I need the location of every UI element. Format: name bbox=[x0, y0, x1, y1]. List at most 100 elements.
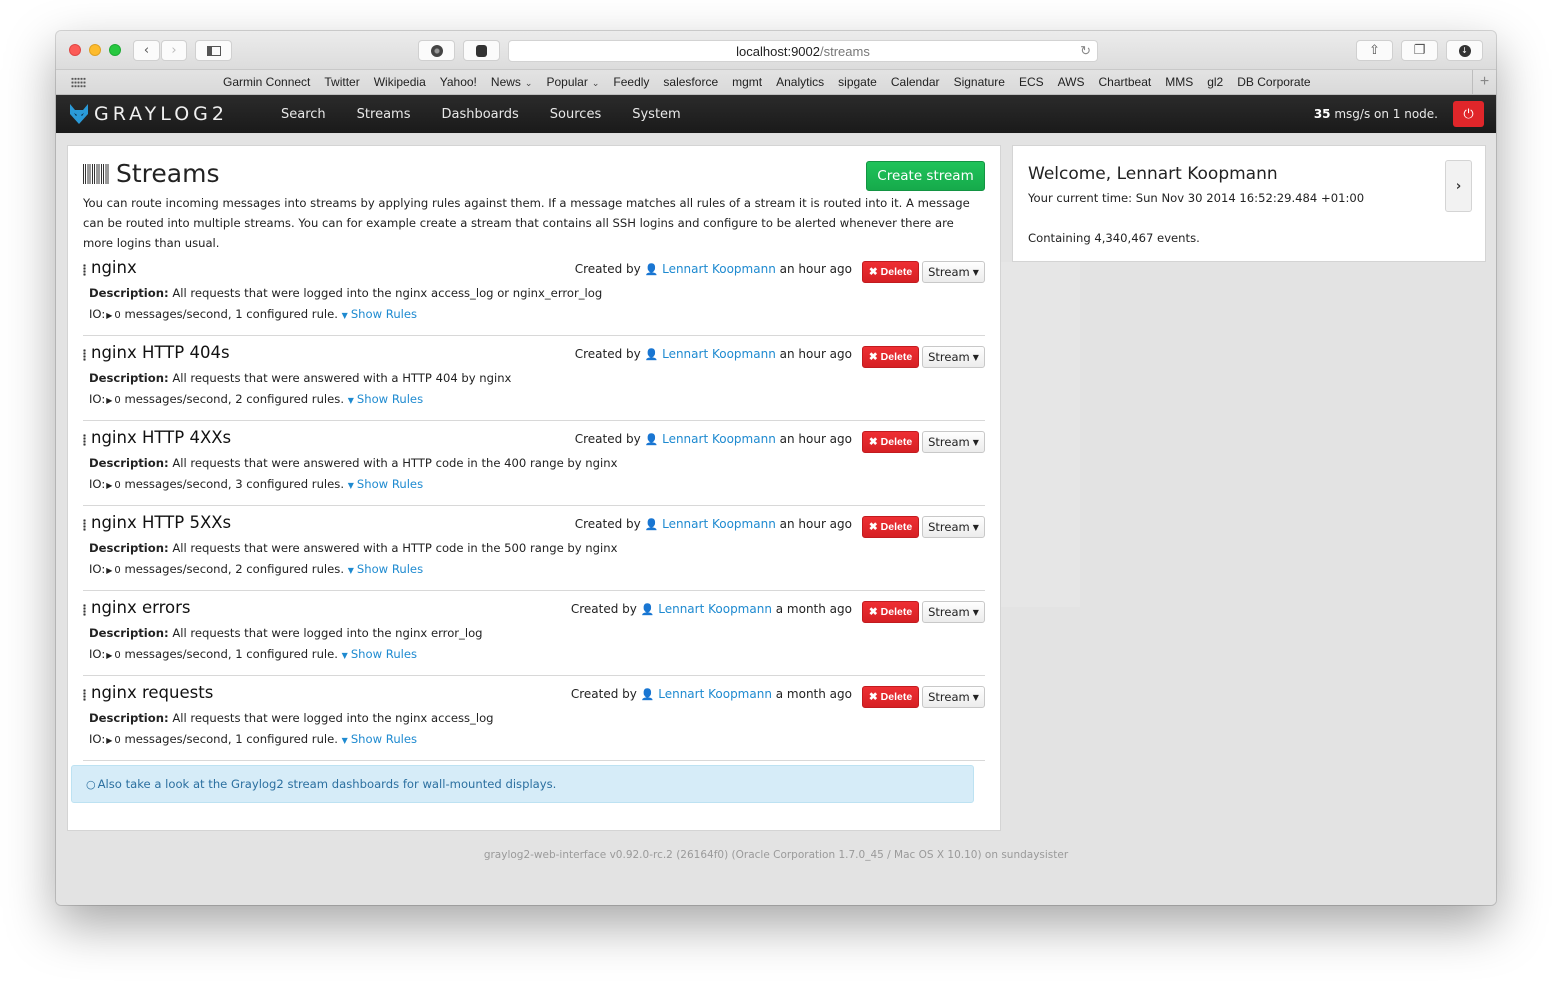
created-by-label: Created by bbox=[570, 687, 641, 701]
chevron-down-icon: ⌄ bbox=[591, 78, 600, 88]
bookmark-item[interactable]: Twitter bbox=[324, 75, 359, 89]
creator-link[interactable]: Lennart Koopmann bbox=[662, 517, 776, 531]
downloads-button[interactable]: ↓ bbox=[1446, 40, 1483, 61]
page-title-text: Streams bbox=[116, 159, 220, 188]
creator-link[interactable]: Lennart Koopmann bbox=[662, 432, 776, 446]
delete-stream-button[interactable]: ✖ Delete bbox=[862, 261, 919, 283]
tabs-button[interactable]: ❐ bbox=[1401, 40, 1438, 61]
download-icon: ↓ bbox=[1458, 44, 1471, 57]
show-rules-label: Show Rules bbox=[350, 647, 418, 661]
new-tab-plus-icon[interactable]: + bbox=[1472, 70, 1496, 94]
bookmark-item[interactable]: salesforce bbox=[663, 75, 718, 89]
dashboards-hint[interactable]: Also take a look at the Graylog2 stream … bbox=[98, 777, 557, 791]
bookmark-item[interactable]: sipgate bbox=[838, 75, 877, 89]
show-rules-link[interactable]: ▼ Show Rules bbox=[348, 562, 423, 576]
drag-handle-icon[interactable] bbox=[83, 519, 86, 531]
zoom-window-button[interactable] bbox=[109, 44, 121, 56]
show-rules-link[interactable]: ▼ Show Rules bbox=[348, 392, 423, 406]
reload-icon[interactable]: ↻ bbox=[1080, 43, 1091, 59]
drag-handle-icon[interactable] bbox=[83, 434, 86, 446]
bookmark-item[interactable]: News ⌄ bbox=[491, 75, 533, 89]
stream-title[interactable]: nginx HTTP 5XXs bbox=[91, 513, 231, 532]
logout-button[interactable]: ⏻ bbox=[1453, 101, 1484, 127]
delete-stream-button[interactable]: ✖ Delete bbox=[862, 686, 919, 708]
user-icon: 👤 bbox=[640, 688, 655, 701]
created-ago: an hour ago bbox=[775, 517, 852, 531]
address-bar[interactable]: localhost:9002/streams ↻ bbox=[508, 40, 1098, 62]
throughput-indicator: 35 msg/s on 1 node. bbox=[1314, 107, 1438, 121]
forward-button[interactable]: › bbox=[161, 40, 187, 61]
nav-dashboards[interactable]: Dashboards bbox=[441, 107, 518, 122]
back-button[interactable]: ‹ bbox=[133, 40, 160, 61]
brand-text: GRAYLOG2 bbox=[94, 103, 228, 125]
show-rules-link[interactable]: ▼ Show Rules bbox=[342, 732, 417, 746]
tabs-icon: ❐ bbox=[1413, 43, 1426, 58]
expand-panel-button[interactable]: › bbox=[1445, 160, 1472, 212]
stream-actions-dropdown[interactable]: Stream ▼ bbox=[922, 686, 985, 708]
bookmark-item[interactable]: Garmin Connect bbox=[223, 75, 310, 89]
bookmark-item[interactable]: Yahoo! bbox=[440, 75, 477, 89]
stream-actions-dropdown[interactable]: Stream ▼ bbox=[922, 601, 985, 623]
bookmark-item[interactable]: Popular ⌄ bbox=[546, 75, 599, 89]
content-area: Streams Create stream You can route inco… bbox=[56, 134, 1496, 905]
drag-handle-icon[interactable] bbox=[83, 689, 86, 701]
stream-actions-dropdown[interactable]: Stream ▼ bbox=[922, 431, 985, 453]
extension-button-2[interactable] bbox=[463, 40, 500, 61]
play-icon: ▶ bbox=[106, 651, 113, 660]
bookmark-item[interactable]: Calendar bbox=[891, 75, 940, 89]
browser-window: ‹ › localhost:9002/streams ↻ ⇧ ❐ ↓ Garmi… bbox=[56, 31, 1496, 905]
bookmark-item[interactable]: ECS bbox=[1019, 75, 1044, 89]
create-stream-button[interactable]: Create stream bbox=[866, 161, 985, 191]
bookmark-item[interactable]: Chartbeat bbox=[1099, 75, 1152, 89]
bookmark-item[interactable]: AWS bbox=[1058, 75, 1085, 89]
drag-handle-icon[interactable] bbox=[83, 349, 86, 361]
nav-system[interactable]: System bbox=[632, 107, 680, 122]
stream-title[interactable]: nginx HTTP 404s bbox=[91, 343, 230, 362]
creator-link[interactable]: Lennart Koopmann bbox=[662, 347, 776, 361]
stream-menu-label: Stream bbox=[928, 690, 970, 704]
delete-stream-button[interactable]: ✖ Delete bbox=[862, 601, 919, 623]
show-rules-link[interactable]: ▼ Show Rules bbox=[348, 477, 423, 491]
bookmark-item[interactable]: Signature bbox=[954, 75, 1005, 89]
stream-title[interactable]: nginx bbox=[91, 258, 137, 277]
extension-button-1[interactable] bbox=[418, 40, 455, 61]
description-text: All requests that were logged into the n… bbox=[172, 711, 494, 725]
delete-stream-button[interactable]: ✖ Delete bbox=[862, 346, 919, 368]
stream-actions-dropdown[interactable]: Stream ▼ bbox=[922, 516, 985, 538]
show-rules-link[interactable]: ▼ Show Rules bbox=[342, 307, 417, 321]
close-window-button[interactable] bbox=[69, 44, 81, 56]
stream-title[interactable]: nginx requests bbox=[91, 683, 213, 702]
bookmark-item[interactable]: mgmt bbox=[732, 75, 762, 89]
bookmark-item[interactable]: Wikipedia bbox=[374, 75, 426, 89]
bookmark-item[interactable]: gl2 bbox=[1207, 75, 1223, 89]
brand[interactable]: GRAYLOG2 bbox=[68, 102, 228, 126]
nav-sources[interactable]: Sources bbox=[550, 107, 601, 122]
delete-stream-button[interactable]: ✖ Delete bbox=[862, 516, 919, 538]
creator-link[interactable]: Lennart Koopmann bbox=[662, 262, 776, 276]
nav-search[interactable]: Search bbox=[281, 107, 326, 122]
bookmark-item[interactable]: MMS bbox=[1165, 75, 1193, 89]
stream-io: IO:▶ 0 messages/second, 2 configured rule… bbox=[89, 392, 423, 406]
bookmark-label: Chartbeat bbox=[1098, 75, 1152, 89]
drag-handle-icon[interactable] bbox=[83, 604, 86, 616]
sidebar-toggle-button[interactable] bbox=[195, 40, 232, 61]
sidebar-icon bbox=[206, 45, 221, 56]
stream-actions-dropdown[interactable]: Stream ▼ bbox=[922, 346, 985, 368]
nav-streams[interactable]: Streams bbox=[357, 107, 411, 122]
stream-actions-dropdown[interactable]: Stream ▼ bbox=[922, 261, 985, 283]
minimize-window-button[interactable] bbox=[89, 44, 101, 56]
bookmark-item[interactable]: Feedly bbox=[613, 75, 649, 89]
apps-grid-icon[interactable] bbox=[71, 77, 86, 88]
caret-down-icon: ▼ bbox=[341, 311, 348, 320]
delete-stream-button[interactable]: ✖ Delete bbox=[862, 431, 919, 453]
stream-title[interactable]: nginx errors bbox=[91, 598, 191, 617]
bookmark-label: gl2 bbox=[1207, 75, 1224, 89]
share-button[interactable]: ⇧ bbox=[1356, 40, 1393, 61]
bookmark-item[interactable]: DB Corporate bbox=[1237, 75, 1310, 89]
drag-handle-icon[interactable] bbox=[83, 264, 86, 276]
stream-title[interactable]: nginx HTTP 4XXs bbox=[91, 428, 231, 447]
creator-link[interactable]: Lennart Koopmann bbox=[658, 687, 772, 701]
creator-link[interactable]: Lennart Koopmann bbox=[658, 602, 772, 616]
bookmark-item[interactable]: Analytics bbox=[776, 75, 824, 89]
show-rules-link[interactable]: ▼ Show Rules bbox=[342, 647, 417, 661]
